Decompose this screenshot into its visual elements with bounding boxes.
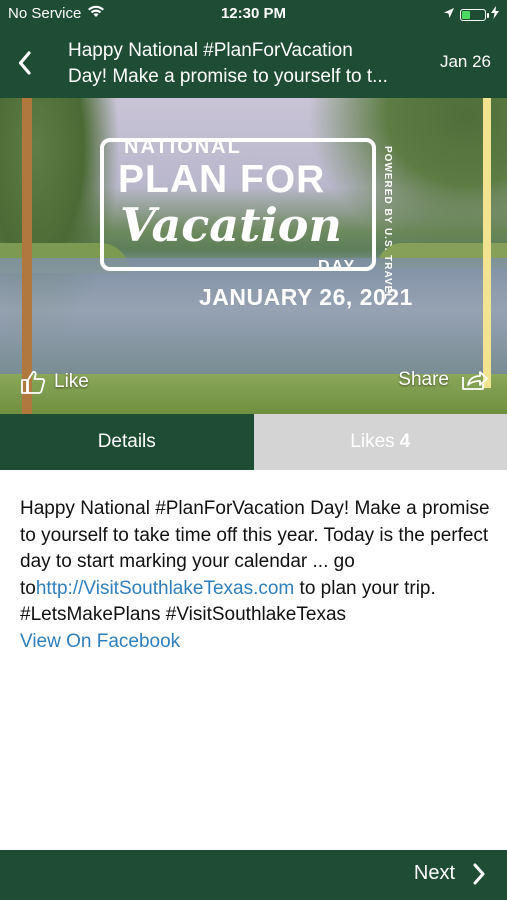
thumbs-up-icon — [21, 371, 46, 394]
tab-likes[interactable]: Likes 4 — [253, 414, 507, 470]
tab-bar: Details Likes 4 — [0, 414, 507, 470]
title-line-1: Happy National #PlanForVacation — [68, 40, 353, 61]
share-button[interactable]: Share — [398, 369, 489, 391]
battery-icon — [460, 8, 489, 21]
nav-header: Happy National #PlanForVacation Day! Mak… — [0, 28, 507, 98]
post-body: Happy National #PlanForVacation Day! Mak… — [20, 496, 490, 655]
back-button[interactable] — [10, 48, 40, 78]
logo-date: JANUARY 26, 2021 — [199, 284, 413, 310]
location-icon — [443, 6, 455, 23]
status-right — [443, 6, 499, 23]
share-icon — [462, 371, 488, 390]
page-title: Happy National #PlanForVacation Day! Mak… — [68, 38, 426, 90]
share-label: Share — [398, 369, 449, 390]
charging-icon — [491, 6, 499, 23]
title-line-2: Day! Make a promise to yourself to t... — [68, 66, 388, 87]
logo-plan-for: PLAN FOR — [118, 158, 326, 201]
next-button[interactable]: Next — [414, 862, 485, 885]
like-button[interactable]: Like — [20, 369, 89, 395]
post-date: Jan 26 — [439, 52, 491, 71]
website-link[interactable]: http://VisitSouthlakeTexas.com — [36, 578, 294, 599]
logo-day: DAY — [318, 258, 357, 275]
logo-powered-by: POWERED BY U.S. TRAVEL — [382, 146, 393, 301]
bottom-bar: Next — [0, 850, 507, 900]
post-image: NATIONAL PLAN FOR Vacation DAY POWERED B… — [0, 98, 507, 414]
likes-count: 4 — [399, 431, 411, 452]
clock: 12:30 PM — [220, 5, 287, 22]
like-label: Like — [54, 371, 89, 392]
chevron-left-icon — [18, 51, 31, 75]
logo-national: NATIONAL — [124, 136, 242, 158]
tab-details-label: Details — [97, 431, 156, 452]
next-label: Next — [413, 862, 455, 884]
view-on-facebook-link[interactable]: View On Facebook — [20, 629, 490, 656]
tab-details[interactable]: Details — [0, 414, 254, 470]
chevron-right-icon — [473, 863, 485, 884]
tab-likes-label: Likes — [350, 431, 395, 452]
logo-vacation: Vacation — [120, 198, 342, 252]
status-bar: No Service 12:30 PM — [0, 0, 507, 28]
